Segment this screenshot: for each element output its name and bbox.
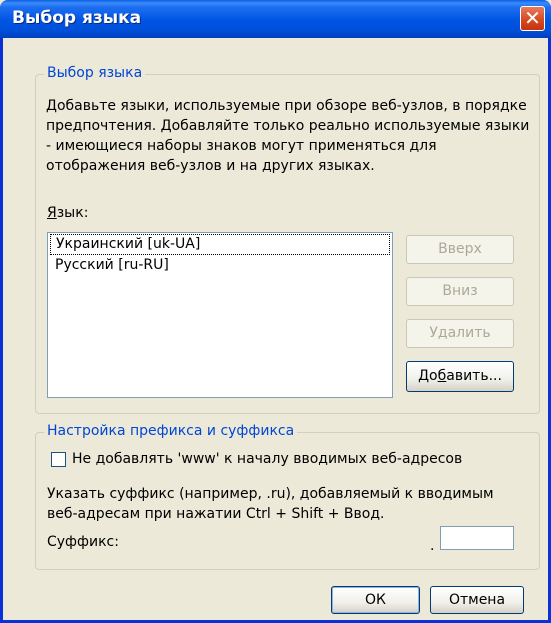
- remove-button[interactable]: Удалить: [406, 319, 514, 348]
- language-listbox[interactable]: Украинский [uk-UA] Русский [ru-RU]: [47, 232, 393, 398]
- prefix-suffix-legend: Настройка префикса и суффикса: [44, 423, 298, 439]
- language-list-label: Язык:: [47, 205, 88, 221]
- suffix-label: Суффикс:: [47, 534, 119, 550]
- language-list-item[interactable]: Украинский [uk-UA]: [50, 234, 390, 255]
- add-button-accel-char: б: [437, 368, 447, 384]
- language-list-item[interactable]: Русский [ru-RU]: [50, 255, 390, 276]
- language-list-label-rest: зык:: [56, 205, 89, 221]
- language-group-legend: Выбор языка: [44, 65, 146, 81]
- language-description: Добавьте языки, используемые при обзоре …: [46, 98, 530, 174]
- close-icon[interactable]: ✕: [520, 6, 545, 31]
- add-button[interactable]: Добавить...: [406, 361, 514, 392]
- suffix-dot: .: [430, 538, 435, 554]
- www-checkbox[interactable]: [51, 452, 66, 467]
- ok-button[interactable]: ОК: [331, 586, 420, 614]
- suffix-input[interactable]: [440, 526, 514, 550]
- add-button-accel: До: [418, 368, 438, 384]
- title-bar[interactable]: Выбор языка ✕: [0, 0, 551, 38]
- move-down-button[interactable]: Вниз: [406, 277, 514, 306]
- cancel-button[interactable]: Отмена: [430, 586, 524, 614]
- language-list-label-accel: Я: [47, 205, 57, 221]
- dialog-title: Выбор языка: [12, 8, 142, 28]
- suffix-description: Указать суффикс (например, .ru), добавля…: [47, 486, 494, 522]
- move-up-button[interactable]: Вверх: [406, 235, 514, 264]
- www-checkbox-label[interactable]: Не добавлять 'www' к началу вводимых веб…: [72, 451, 462, 467]
- add-button-rest: авить...: [446, 368, 502, 384]
